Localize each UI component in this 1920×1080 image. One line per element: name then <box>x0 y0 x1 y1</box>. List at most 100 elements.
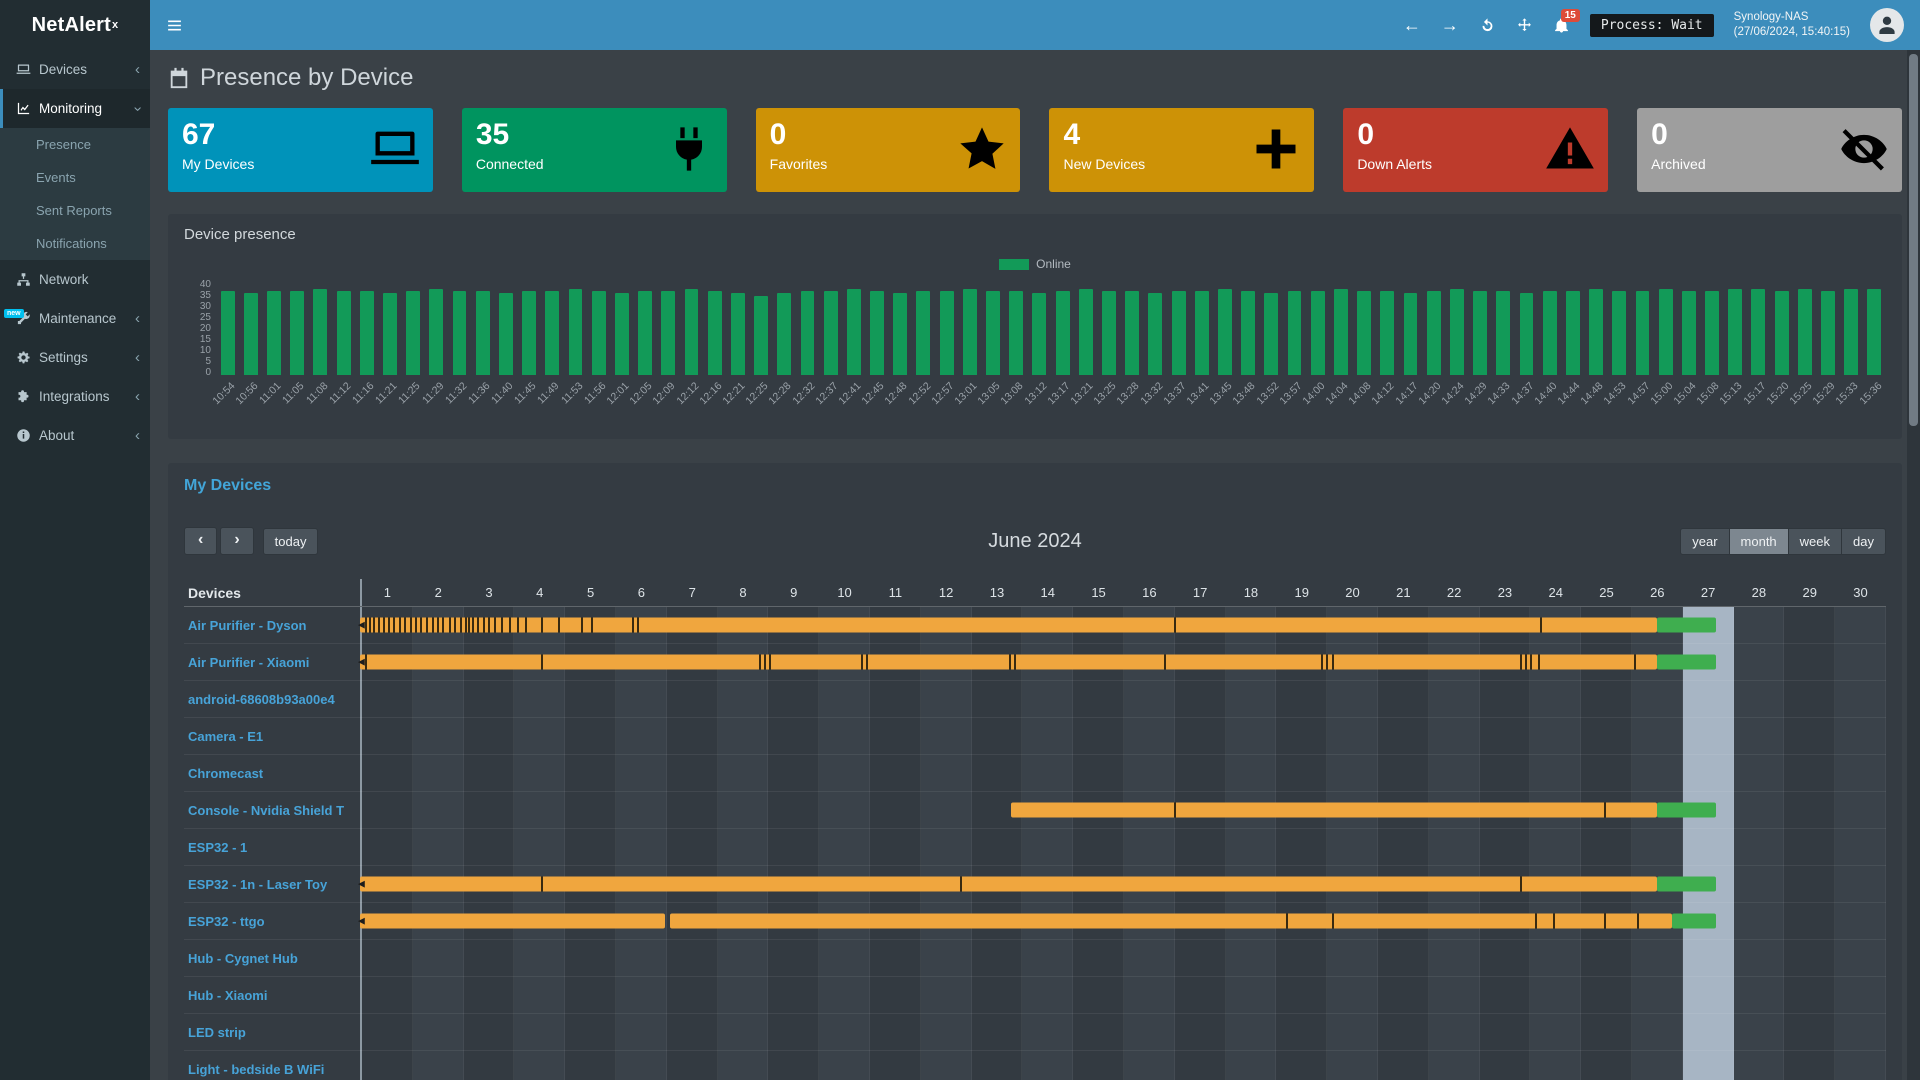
presence-bar-recent[interactable] <box>1657 803 1715 818</box>
device-name-link[interactable]: Hub - Cygnet Hub <box>184 951 360 966</box>
view-button-day[interactable]: day <box>1841 528 1886 555</box>
chart-bar[interactable] <box>1125 291 1139 375</box>
card-new-devices[interactable]: 4New Devices <box>1049 108 1314 192</box>
chart-bar[interactable] <box>1172 291 1186 375</box>
chart-bar[interactable] <box>1102 291 1116 375</box>
chart-bar[interactable] <box>1636 291 1650 375</box>
chart-bar[interactable] <box>290 291 304 375</box>
chart-bar[interactable] <box>1380 291 1394 375</box>
chart-bar[interactable] <box>1473 291 1487 375</box>
chart-bar[interactable] <box>545 291 559 375</box>
view-button-week[interactable]: week <box>1788 528 1842 555</box>
chart-bar[interactable] <box>870 291 884 375</box>
chart-bar[interactable] <box>1775 291 1789 375</box>
chart-bar[interactable] <box>731 293 745 375</box>
sidebar-subitem-notifications[interactable]: Notifications <box>0 227 150 260</box>
chart-bar[interactable] <box>1821 291 1835 375</box>
sidebar-item-devices[interactable]: Devices‹ <box>0 50 150 89</box>
presence-bar-past[interactable] <box>360 914 665 929</box>
chart-bar[interactable] <box>754 296 768 375</box>
chart-bar[interactable] <box>337 291 351 375</box>
chart-bar[interactable] <box>1357 291 1371 375</box>
card-favorites[interactable]: 0Favorites <box>756 108 1021 192</box>
device-name-link[interactable]: Air Purifier - Dyson <box>184 618 360 633</box>
view-button-month[interactable]: month <box>1729 528 1789 555</box>
chart-bar[interactable] <box>313 289 327 375</box>
chart-bar[interactable] <box>824 291 838 375</box>
chart-bar[interactable] <box>1520 293 1534 375</box>
sidebar-item-settings[interactable]: Settings‹ <box>0 338 150 377</box>
chart-bar[interactable] <box>1682 291 1696 375</box>
page-scrollbar[interactable] <box>1907 50 1920 1080</box>
device-timeline[interactable] <box>360 718 1886 754</box>
notifications-bell[interactable]: 15 <box>1553 17 1570 34</box>
chart-bar[interactable] <box>1404 293 1418 375</box>
chart-bar[interactable] <box>940 291 954 375</box>
presence-bar-past[interactable] <box>1011 803 1657 818</box>
chart-bar[interactable] <box>1056 291 1070 375</box>
device-name-link[interactable]: Console - Nvidia Shield T <box>184 803 360 818</box>
device-timeline[interactable] <box>360 681 1886 717</box>
presence-bar-recent[interactable] <box>1657 618 1715 633</box>
chart-bar[interactable] <box>453 291 467 375</box>
presence-bar-recent[interactable] <box>1657 877 1715 892</box>
refresh-icon[interactable] <box>1479 17 1496 34</box>
card-connected[interactable]: 35Connected <box>462 108 727 192</box>
device-timeline[interactable]: ◀ <box>360 607 1886 643</box>
chart-bar[interactable] <box>221 291 235 375</box>
chart-bar[interactable] <box>847 289 861 375</box>
chart-bar[interactable] <box>708 291 722 375</box>
my-devices-title[interactable]: My Devices <box>184 477 1886 495</box>
view-button-year[interactable]: year <box>1680 528 1729 555</box>
chart-bar[interactable] <box>1288 291 1302 375</box>
device-name-link[interactable]: Chromecast <box>184 766 360 781</box>
device-timeline[interactable] <box>360 792 1886 828</box>
chart-bar[interactable] <box>1705 291 1719 375</box>
today-button[interactable]: today <box>263 528 319 555</box>
prev-button[interactable]: ‹ <box>184 527 217 555</box>
chart-bar[interactable] <box>1009 291 1023 375</box>
chart-bar[interactable] <box>685 289 699 375</box>
chart-bar[interactable] <box>1311 291 1325 375</box>
device-timeline[interactable]: ◀ <box>360 644 1886 680</box>
chart-bar[interactable] <box>1589 289 1603 375</box>
chart-bar[interactable] <box>476 291 490 375</box>
app-logo[interactable]: NetAlertx <box>0 0 150 50</box>
chart-bar[interactable] <box>267 291 281 375</box>
scrollbar-thumb[interactable] <box>1909 54 1918 426</box>
presence-bar-past[interactable] <box>360 877 1657 892</box>
chart-bar[interactable] <box>777 293 791 375</box>
chart-bar[interactable] <box>1543 291 1557 375</box>
chart-bar[interactable] <box>1566 291 1580 375</box>
chart-bar[interactable] <box>963 289 977 375</box>
hamburger-icon[interactable] <box>166 17 183 34</box>
device-name-link[interactable]: Camera - E1 <box>184 729 360 744</box>
chart-bar[interactable] <box>406 291 420 375</box>
chart-bar[interactable] <box>801 291 815 375</box>
chart-bar[interactable] <box>893 293 907 375</box>
device-timeline[interactable] <box>360 1014 1886 1050</box>
device-name-link[interactable]: LED strip <box>184 1025 360 1040</box>
device-timeline[interactable] <box>360 977 1886 1013</box>
device-name-link[interactable]: android-68608b93a00e4 <box>184 692 360 707</box>
chart-bar[interactable] <box>1148 293 1162 375</box>
chart-bar[interactable] <box>1728 289 1742 375</box>
chart-bar[interactable] <box>1264 293 1278 375</box>
card-archived[interactable]: 0Archived <box>1637 108 1902 192</box>
device-name-link[interactable]: Hub - Xiaomi <box>184 988 360 1003</box>
card-my-devices[interactable]: 67My Devices <box>168 108 433 192</box>
chart-bar[interactable] <box>661 291 675 375</box>
sidebar-subitem-sent-reports[interactable]: Sent Reports <box>0 194 150 227</box>
sidebar-item-network[interactable]: Network <box>0 260 150 299</box>
chart-legend[interactable]: Online <box>184 257 1886 271</box>
chart-bar[interactable] <box>1218 289 1232 375</box>
device-timeline[interactable] <box>360 755 1886 791</box>
sidebar-item-maintenance[interactable]: newMaintenance‹ <box>0 299 150 338</box>
sidebar-item-integrations[interactable]: Integrations‹ <box>0 377 150 416</box>
chart-bar[interactable] <box>429 289 443 375</box>
forward-icon[interactable]: → <box>1441 16 1459 34</box>
chart-bar[interactable] <box>1659 289 1673 375</box>
chart-bar[interactable] <box>592 291 606 375</box>
device-timeline[interactable] <box>360 829 1886 865</box>
sidebar-item-monitoring[interactable]: Monitoring‹ <box>0 89 150 128</box>
